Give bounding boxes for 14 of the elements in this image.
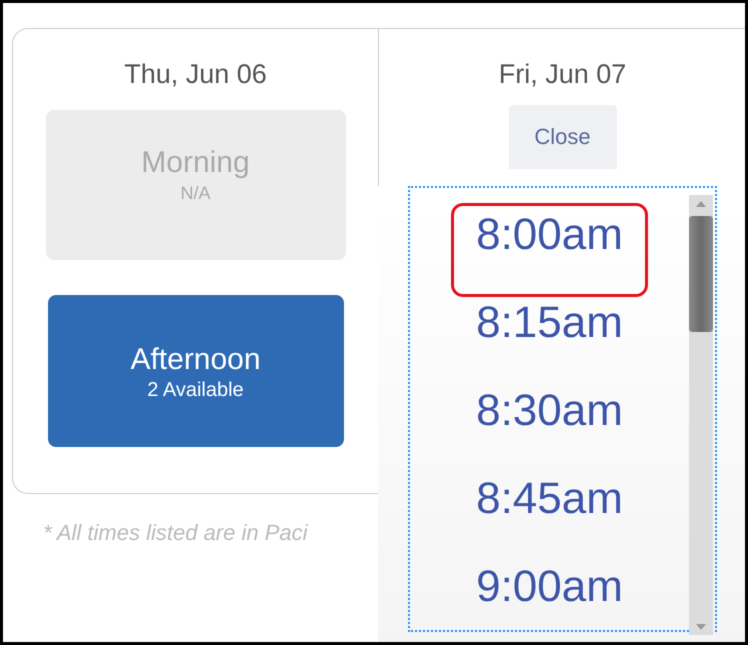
time-option[interactable]: 8:30am: [454, 382, 645, 470]
scrollbar[interactable]: [689, 195, 713, 635]
scrollbar-thumb[interactable]: [689, 216, 713, 332]
time-option[interactable]: 8:00am: [454, 206, 645, 294]
time-slot-button[interactable]: Afternoon 2 Available: [48, 295, 344, 447]
day-heading: Thu, Jun 06: [124, 59, 267, 90]
time-list[interactable]: 8:00am 8:15am 8:30am 8:45am 9:00am: [408, 186, 717, 632]
time-option[interactable]: 8:45am: [454, 470, 645, 558]
close-button[interactable]: Close: [508, 105, 616, 169]
scroll-up-icon[interactable]: [695, 200, 707, 208]
timezone-note: * All times listed are in Paci: [43, 520, 309, 546]
time-option[interactable]: 8:15am: [454, 294, 645, 382]
scroll-down-icon[interactable]: [695, 623, 707, 631]
day-heading: Fri, Jun 07: [498, 59, 626, 90]
